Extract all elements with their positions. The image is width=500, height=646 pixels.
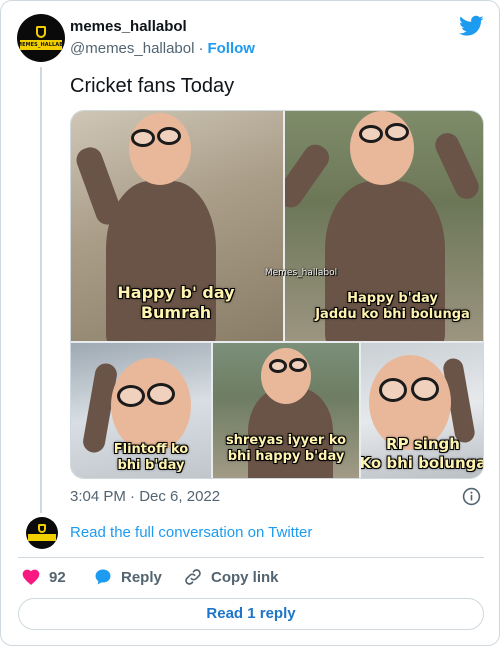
tweet-media-image[interactable]: Happy b' day Bumrah Happy b'day Jaddu ko… [70, 110, 484, 479]
like-button[interactable]: 92 [21, 567, 66, 587]
follow-button[interactable]: Follow [207, 40, 255, 57]
author-avatar[interactable]: MEMES_HALLABOL [17, 14, 65, 62]
tweet-text: Cricket fans Today [70, 75, 235, 97]
link-icon [185, 569, 201, 585]
meme-panel-3: Flintoff ko bhi b'day [71, 343, 211, 478]
twitter-bird-icon[interactable] [459, 15, 484, 37]
caption-rp-singh: RP singh Ko bhi bolunga [361, 435, 484, 472]
like-count: 92 [49, 568, 66, 586]
watermark-text: Memes_hallabol [264, 268, 338, 278]
author-handle-row: @memes_hallabol · Follow [70, 40, 255, 57]
action-bar: 92 Reply Copy link [21, 567, 481, 589]
tweet-time: 3:04 PM [70, 488, 126, 505]
heart-icon [22, 569, 40, 585]
author-name[interactable]: memes_hallabol [70, 18, 187, 35]
meme-panel-4: shreyas iyyer ko bhi happy b'day [213, 343, 359, 478]
copy-link-label: Copy link [211, 568, 279, 586]
caption-bumrah: Happy b' day Bumrah [117, 283, 235, 322]
meme-panel-1: Happy b' day Bumrah [71, 111, 283, 341]
tweet-timestamp[interactable]: 3:04 PM · Dec 6, 2022 [70, 488, 220, 505]
meme-panel-2: Happy b'day Jaddu ko bhi bolunga [285, 111, 483, 341]
tweet-card: MEMES_HALLABOL memes_hallabol @memes_hal… [0, 0, 500, 646]
reply-label: Reply [121, 568, 162, 586]
read-reply-button[interactable]: Read 1 reply [18, 598, 484, 630]
separator-dot: · [198, 40, 204, 57]
copy-link-button[interactable]: Copy link [183, 567, 279, 587]
reply-bubble-icon [95, 569, 111, 585]
author-handle[interactable]: @memes_hallabol [70, 40, 194, 57]
thread-line [40, 67, 42, 513]
caption-shreyas: shreyas iyyer ko bhi happy b'day [225, 433, 347, 465]
meme-panel-5: RP singh Ko bhi bolunga [361, 343, 484, 478]
tweet-date: Dec 6, 2022 [139, 488, 221, 505]
conversation-avatar[interactable] [26, 517, 58, 549]
info-icon[interactable] [462, 487, 481, 506]
avatar-shield-logo [36, 26, 46, 38]
reply-button[interactable]: Reply [93, 567, 162, 587]
read-conversation-link[interactable]: Read the full conversation on Twitter [70, 524, 312, 541]
divider [18, 557, 484, 558]
caption-flintoff: Flintoff ko bhi b'day [113, 442, 189, 474]
caption-jaddu: Happy b'day Jaddu ko bhi bolunga [315, 291, 470, 323]
avatar-logo-text: MEMES_HALLABOL [17, 42, 65, 48]
